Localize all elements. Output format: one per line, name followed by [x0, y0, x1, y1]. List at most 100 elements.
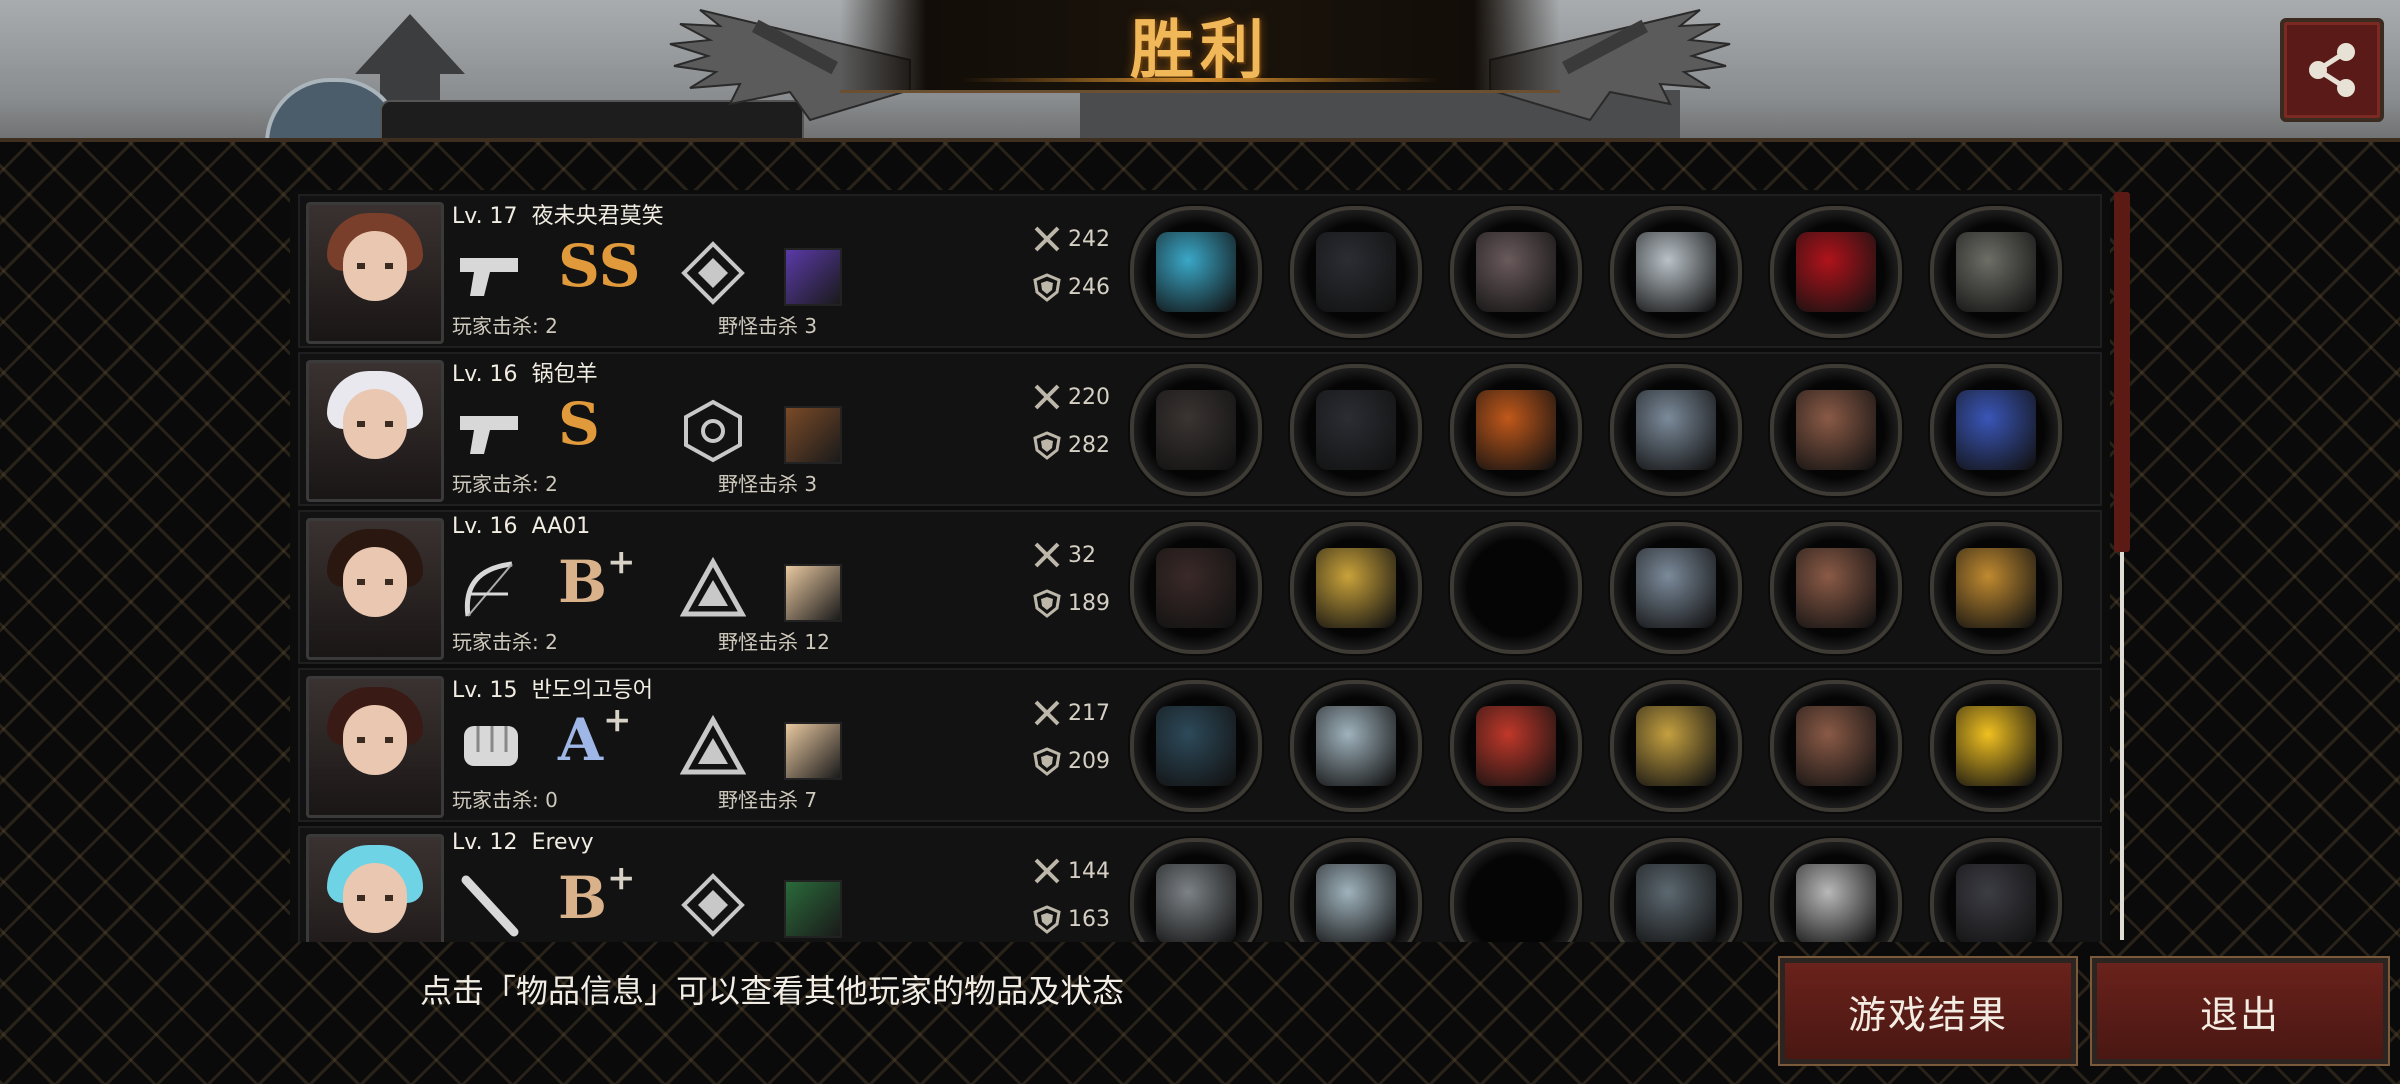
shield-icon: [1033, 747, 1061, 776]
diamond-rank-icon: [681, 873, 745, 937]
defense-value: 209: [1068, 748, 1110, 774]
equipment-slot[interactable]: [1450, 364, 1582, 496]
equipment-slot[interactable]: [1610, 364, 1742, 496]
equipment-slot[interactable]: [1450, 838, 1582, 942]
player-grade: B+: [558, 858, 636, 932]
share-button[interactable]: [2280, 18, 2384, 122]
consumable-item-icon[interactable]: [784, 248, 842, 306]
player-name: 반도의고등어: [531, 678, 654, 703]
equipment-slot[interactable]: [1450, 522, 1582, 654]
equipment-slot[interactable]: [1290, 522, 1422, 654]
equipment-slot[interactable]: [1610, 206, 1742, 338]
player-level: Lv. 17: [452, 204, 518, 229]
equipment-slot[interactable]: [1770, 522, 1902, 654]
grey-spear-item-icon: [1156, 864, 1236, 942]
stone-armor-item-icon: [1476, 232, 1556, 312]
bow-icon: [464, 561, 513, 617]
equipment-slot[interactable]: [1770, 364, 1902, 496]
player-avatar[interactable]: [306, 518, 444, 660]
crown-item-icon: [1316, 548, 1396, 628]
red-heels-item-icon: [1796, 232, 1876, 312]
defense-stat: 282: [1032, 430, 1110, 460]
crossbow-item-icon: [1156, 548, 1236, 628]
attack-stat: 242: [1032, 224, 1110, 254]
equipment-slot[interactable]: [1290, 364, 1422, 496]
equipment-slot[interactable]: [1770, 838, 1902, 942]
consumable-item-icon[interactable]: [784, 406, 842, 464]
attack-value: 217: [1068, 700, 1110, 726]
equipment-slot[interactable]: [1450, 680, 1582, 812]
player-kills: 玩家击杀: 2: [452, 314, 558, 338]
player-avatar[interactable]: [306, 676, 444, 818]
player-avatar[interactable]: [306, 360, 444, 502]
player-name: 锅包羊: [531, 362, 598, 387]
defense-stat: 163: [1032, 904, 1110, 934]
earrings-item-icon: [1956, 548, 2036, 628]
equipment-slot[interactable]: [1130, 680, 1262, 812]
equipment-slot[interactable]: [1290, 838, 1422, 942]
equipment-slot[interactable]: [1610, 838, 1742, 942]
equipment-slot[interactable]: [1930, 838, 2062, 942]
equipment-slot[interactable]: [1130, 838, 1262, 942]
shield-icon: [1033, 905, 1061, 934]
gold-shield-item-icon: [1636, 706, 1716, 786]
equipment-slot[interactable]: [1770, 680, 1902, 812]
equipment-slot[interactable]: [1930, 522, 2062, 654]
attack-stat: 32: [1032, 540, 1096, 570]
exit-button[interactable]: 退出: [2090, 956, 2390, 1066]
black-helmet-item-icon: [1316, 232, 1396, 312]
player-row[interactable]: Lv. 16 锅包羊 S 玩家击杀: 2 野怪击杀 3 220 282: [298, 352, 2102, 506]
equipment-slot[interactable]: [1130, 522, 1262, 654]
crossed-swords-icon: [1034, 384, 1060, 410]
scrollbar-thumb[interactable]: [2114, 192, 2130, 552]
attack-stat: 220: [1032, 382, 1110, 412]
equipment-slot[interactable]: [1290, 206, 1422, 338]
equipment-slot[interactable]: [1130, 206, 1262, 338]
player-level-name: Lv. 16 锅包羊: [452, 356, 598, 388]
bat-icon: [461, 875, 519, 937]
player-results-list[interactable]: Lv. 17 夜未央君莫笑 SS 玩家击杀: 2 野怪击杀 3 242 246 …: [290, 190, 2110, 942]
equipment-slot[interactable]: [1770, 206, 1902, 338]
equipment-slot[interactable]: [1930, 206, 2062, 338]
watch-item-icon: [1636, 390, 1716, 470]
defense-value: 246: [1068, 274, 1110, 300]
triangle-rank-icon: [680, 714, 746, 775]
player-row[interactable]: Lv. 17 夜未央君莫笑 SS 玩家击杀: 2 野怪击杀 3 242 246: [298, 194, 2102, 348]
player-row[interactable]: Lv. 16 AA01 B+ 玩家击杀: 2 野怪击杀 12 32 189: [298, 510, 2102, 664]
crossed-swords-icon: [1034, 858, 1060, 884]
consumable-item-icon[interactable]: [784, 722, 842, 780]
game-results-button[interactable]: 游戏结果: [1778, 956, 2078, 1066]
equipment-slot[interactable]: [1610, 680, 1742, 812]
player-grade: SS: [558, 232, 641, 300]
player-row[interactable]: Lv. 12 Erevy B+ 144 163: [298, 826, 2102, 942]
fist-icon: [464, 726, 518, 766]
equipment-slot[interactable]: [1450, 206, 1582, 338]
player-kills: 玩家击杀: 0: [452, 788, 558, 812]
player-avatar[interactable]: [306, 834, 444, 942]
equipment-slot[interactable]: [1930, 364, 2062, 496]
attack-value: 220: [1068, 384, 1110, 410]
player-row[interactable]: Lv. 15 반도의고등어 A+ 玩家击杀: 0 野怪击杀 7 217 209: [298, 668, 2102, 822]
hexagon-rank-icon: [684, 399, 742, 463]
consumable-item-icon[interactable]: [784, 880, 842, 938]
defense-stat: 246: [1032, 272, 1110, 302]
dragon-claw-item-icon: [1156, 706, 1236, 786]
player-level: Lv. 16: [452, 362, 518, 387]
victory-title: 胜利: [1130, 14, 1270, 88]
attack-value: 144: [1068, 858, 1110, 884]
equipment-slot[interactable]: [1610, 522, 1742, 654]
player-avatar[interactable]: [306, 202, 444, 344]
equipment-slot[interactable]: [1290, 680, 1422, 812]
attack-stat: 217: [1032, 698, 1110, 728]
red-jacket-item-icon: [1476, 706, 1556, 786]
equipment-slot[interactable]: [1930, 680, 2062, 812]
equipment-slot[interactable]: [1130, 364, 1262, 496]
tower-silhouette: [355, 14, 465, 74]
player-level-name: Lv. 12 Erevy: [452, 830, 594, 855]
crossed-swords-icon: [1034, 226, 1060, 252]
player-level-name: Lv. 16 AA01: [452, 514, 590, 539]
defense-value: 163: [1068, 906, 1110, 932]
consumable-item-icon[interactable]: [784, 564, 842, 622]
defense-value: 189: [1068, 590, 1110, 616]
armored-boots-item-icon: [1796, 864, 1876, 942]
